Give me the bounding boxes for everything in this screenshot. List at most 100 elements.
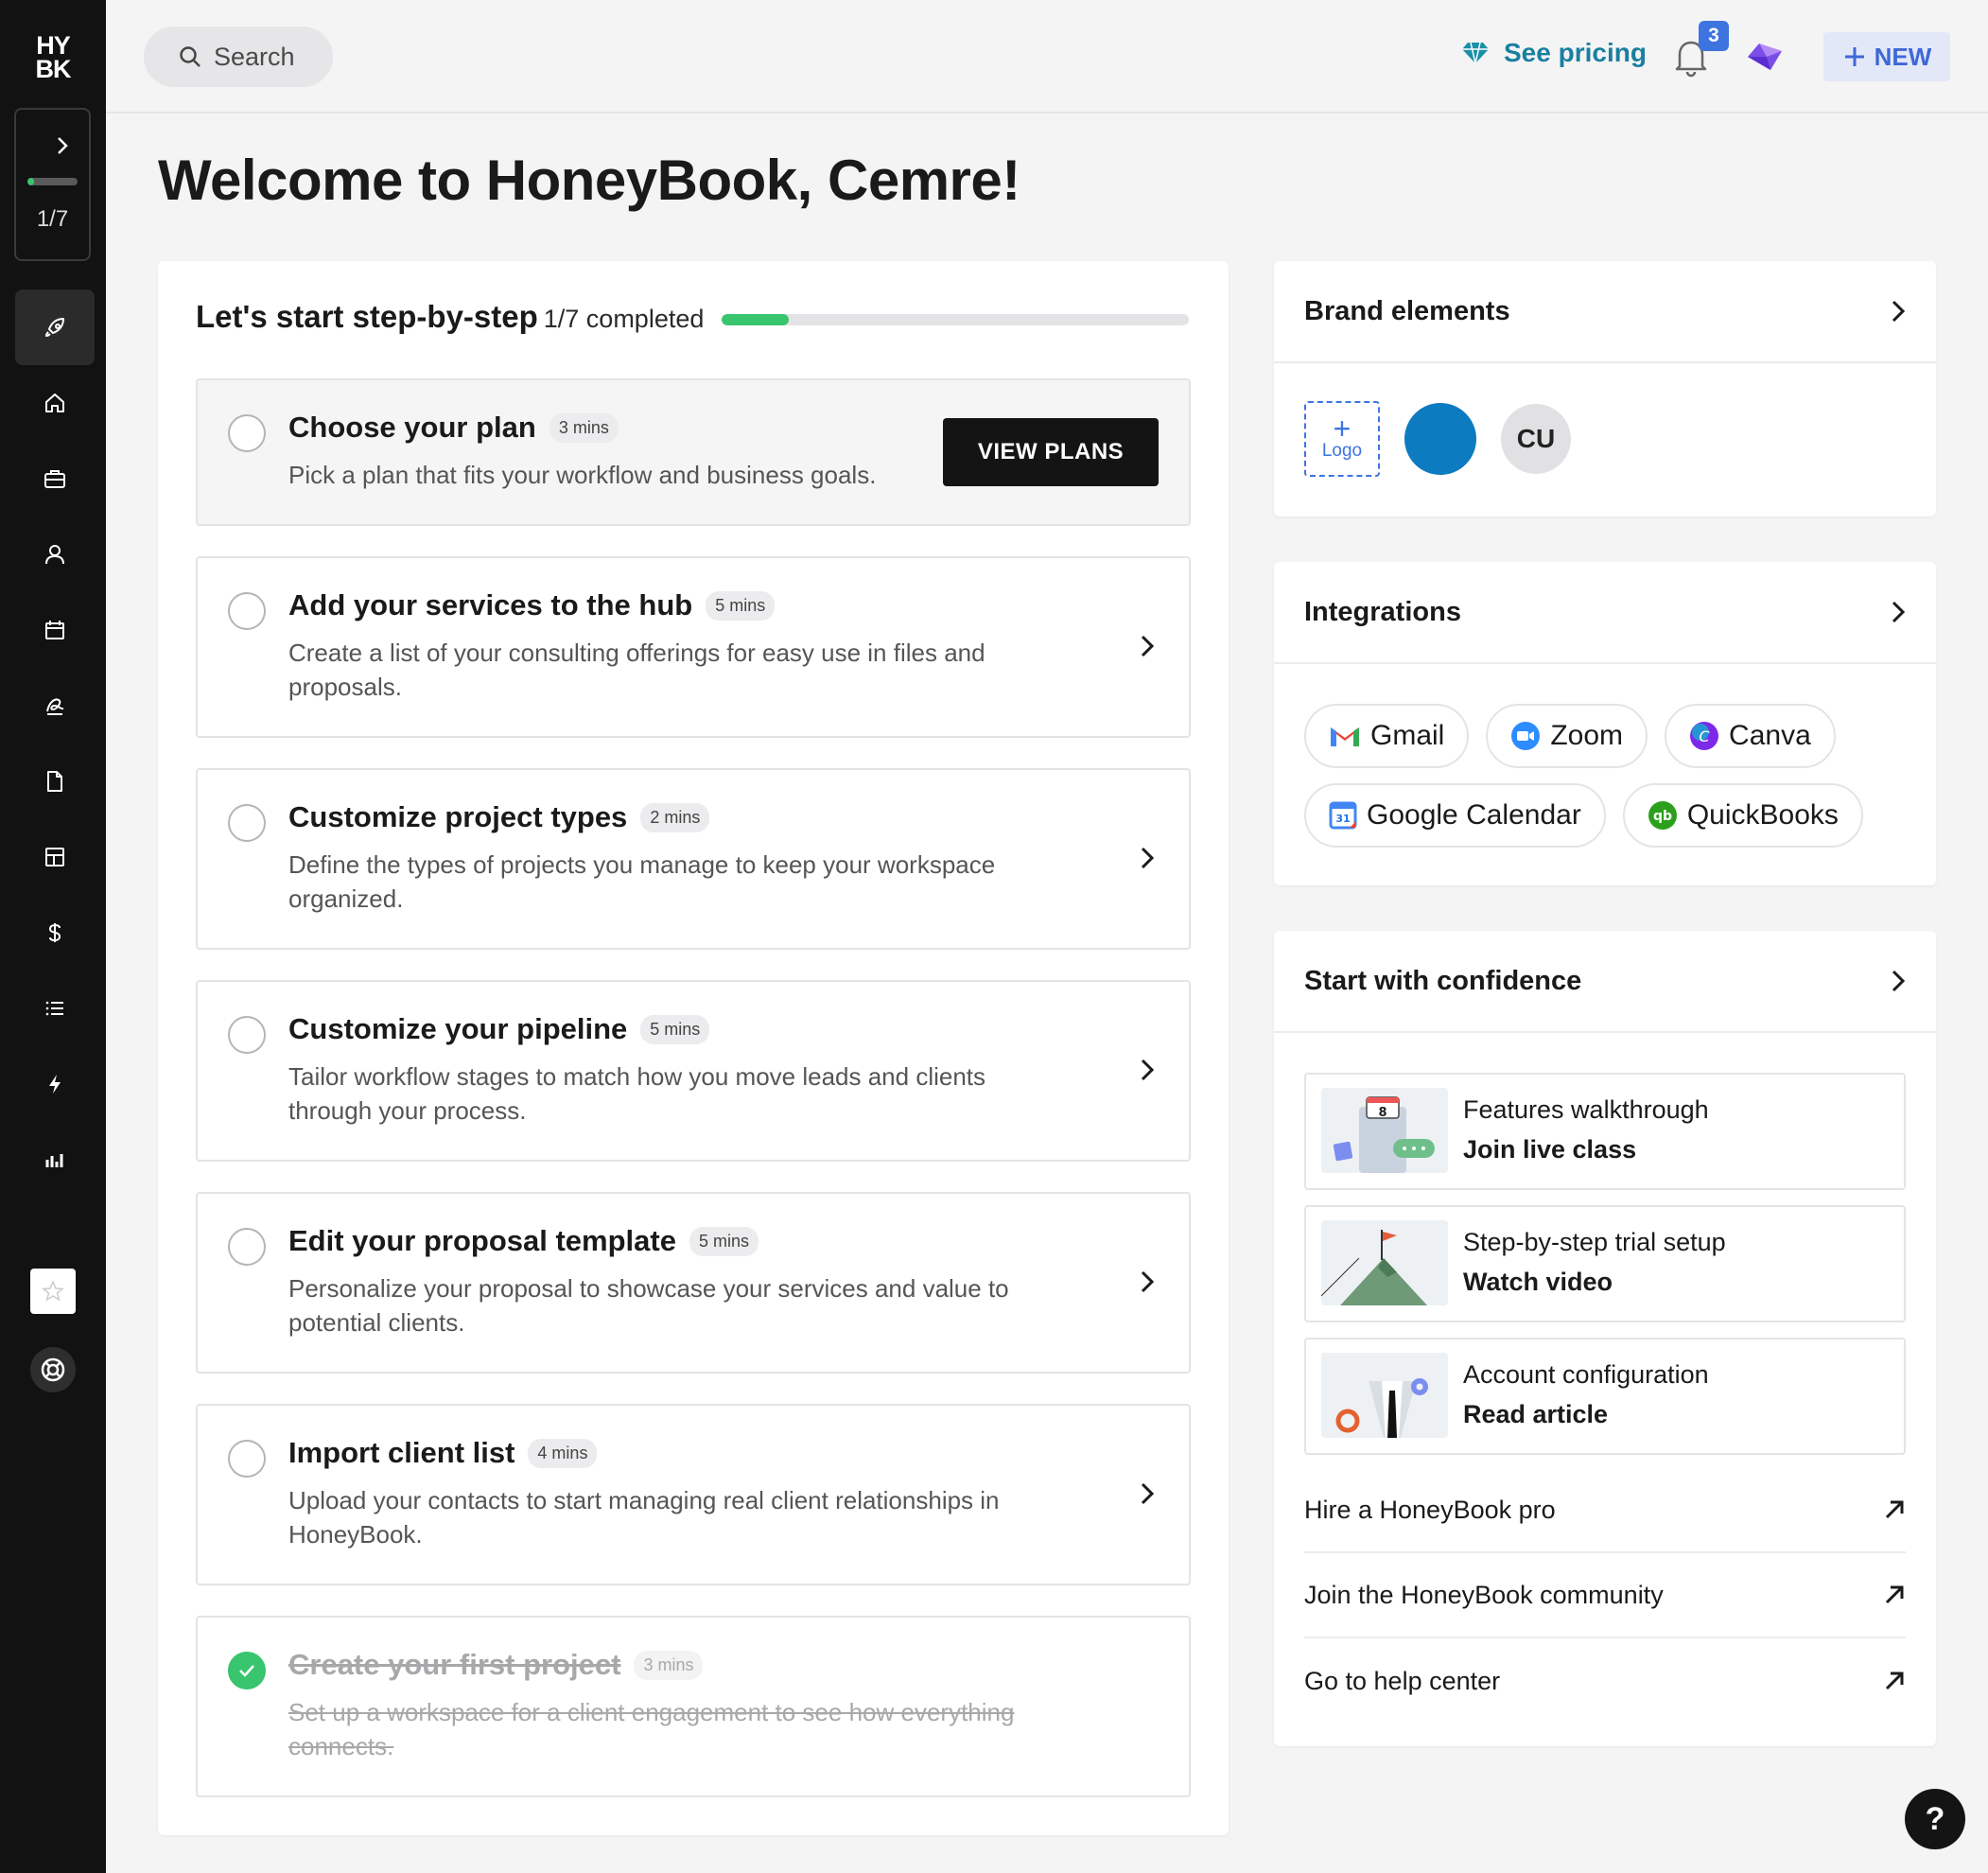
see-pricing-label: See pricing (1504, 38, 1647, 67)
step-proposal-template[interactable]: Edit your proposal template 5 mins Perso… (196, 1192, 1191, 1374)
chevron-right-icon[interactable] (1140, 1058, 1155, 1082)
chevron-right-icon[interactable] (1891, 299, 1906, 324)
step-checkbox[interactable] (228, 804, 266, 842)
nav-home[interactable] (15, 365, 95, 441)
step-checkbox[interactable] (228, 414, 266, 452)
nav-files[interactable] (15, 744, 95, 819)
zoom-icon (1511, 722, 1541, 750)
mountain-flag-illustration (1321, 1220, 1448, 1305)
brand-elements-row: + Logo CU (1304, 401, 1571, 477)
integration-canva[interactable]: C Canva (1665, 704, 1836, 768)
honeybook-logo[interactable]: HY BK (28, 33, 78, 82)
add-logo-button[interactable]: + Logo (1304, 401, 1380, 477)
chevron-right-icon[interactable] (56, 136, 69, 155)
quickbooks-icon: qb (1648, 801, 1677, 830)
svg-text:qb: qb (1653, 809, 1672, 824)
chevron-right-icon[interactable] (1891, 969, 1906, 993)
step-title: Add your services to the hub (288, 588, 693, 621)
brand-elements-header[interactable]: Brand elements (1274, 261, 1936, 363)
lifebuoy-icon (41, 1357, 65, 1382)
nav-finance[interactable] (15, 895, 95, 971)
nav-calendar[interactable] (15, 592, 95, 668)
home-icon (45, 394, 64, 412)
add-logo-label: Logo (1321, 441, 1363, 461)
list-icon (45, 1001, 63, 1016)
external-arrow-icon (1885, 1500, 1904, 1519)
chevron-right-icon[interactable] (1140, 634, 1155, 658)
top-bar: Search See pricing 3 NEW (106, 0, 1988, 114)
calendar-icon (45, 621, 64, 639)
integration-quickbooks[interactable]: qb QuickBooks (1622, 783, 1863, 848)
confidence-header[interactable]: Start with confidence (1274, 931, 1936, 1033)
step-project-types[interactable]: Customize project types 2 mins Define th… (196, 768, 1191, 950)
help-fab-button[interactable]: ? (1905, 1789, 1965, 1849)
chevron-right-icon[interactable] (1891, 600, 1906, 624)
integrations-header[interactable]: Integrations (1274, 562, 1936, 664)
integration-label: Canva (1729, 720, 1811, 751)
star-icon (42, 1280, 64, 1302)
step-description: Upload your contacts to start managing r… (288, 1486, 1000, 1549)
brand-initials-avatar[interactable]: CU (1501, 404, 1571, 474)
onboarding-steps-card: Let's start step-by-step 1/7 completed C… (158, 261, 1229, 1835)
google-calendar-icon: 31 (1329, 801, 1357, 830)
see-pricing-link[interactable]: See pricing (1460, 38, 1647, 68)
step-choose-plan[interactable]: Choose your plan 3 mins Pick a plan that… (196, 378, 1191, 526)
integration-gmail[interactable]: Gmail (1304, 704, 1470, 768)
brand-color-swatch[interactable] (1404, 403, 1476, 475)
onboarding-progress-widget[interactable]: 1/7 (14, 108, 91, 261)
search-input[interactable]: Search (144, 26, 333, 87)
nav-contacts[interactable] (15, 516, 95, 592)
step-heading: Add your services to the hub 5 mins (288, 588, 776, 622)
step-description: Personalize your proposal to showcase yo… (288, 1274, 1009, 1337)
step-description: Set up a workspace for a client engageme… (288, 1698, 1015, 1760)
ai-assistant-icon[interactable] (1744, 38, 1786, 76)
step-checkbox[interactable] (228, 592, 266, 630)
chevron-right-icon[interactable] (1140, 846, 1155, 870)
steps-title: Let's start step-by-step (196, 299, 538, 334)
plus-icon (1844, 47, 1864, 66)
step-time-badge: 2 mins (640, 802, 710, 832)
step-pipeline[interactable]: Customize your pipeline 5 mins Tailor wo… (196, 980, 1191, 1162)
chevron-right-icon[interactable] (1140, 1269, 1155, 1294)
integration-zoom[interactable]: Zoom (1486, 704, 1648, 768)
integration-google-calendar[interactable]: 31 Google Calendar (1304, 783, 1606, 848)
step-first-project[interactable]: Create your first project 3 mins Set up … (196, 1616, 1191, 1797)
step-time-badge: 4 mins (528, 1438, 598, 1468)
file-icon (47, 771, 62, 792)
support-button[interactable] (30, 1347, 76, 1392)
step-checkbox-checked[interactable] (228, 1652, 266, 1689)
nav-automations[interactable] (15, 1046, 95, 1122)
svg-text:C: C (1699, 727, 1710, 745)
step-title: Create your first project (288, 1648, 621, 1681)
favorites-button[interactable] (30, 1269, 76, 1314)
community-link[interactable]: Join the HoneyBook community (1304, 1553, 1906, 1638)
brand-elements-card: Brand elements + Logo CU (1274, 261, 1936, 516)
person-icon (45, 545, 64, 565)
resource-features-walkthrough[interactable]: 8 Features walkthrough Join live class (1304, 1073, 1906, 1190)
step-checkbox[interactable] (228, 1440, 266, 1478)
new-button[interactable]: NEW (1823, 32, 1950, 81)
step-checkbox[interactable] (228, 1228, 266, 1266)
step-time-badge: 5 mins (706, 590, 776, 621)
nav-signatures[interactable] (15, 668, 95, 744)
help-center-link[interactable]: Go to help center (1304, 1638, 1906, 1724)
resource-account-configuration[interactable]: Account configuration Read article (1304, 1338, 1906, 1455)
nav-reports[interactable] (15, 1122, 95, 1198)
integration-label: QuickBooks (1686, 799, 1839, 831)
nav-projects[interactable] (15, 441, 95, 516)
integrations-card: Integrations Gmail Zoom C Canva 31 Googl… (1274, 562, 1936, 885)
view-plans-button[interactable]: VIEW PLANS (943, 418, 1159, 486)
step-checkbox[interactable] (228, 1016, 266, 1054)
nav-templates[interactable] (15, 819, 95, 895)
step-add-services[interactable]: Add your services to the hub 5 mins Crea… (196, 556, 1191, 738)
nav-tasks[interactable] (15, 971, 95, 1046)
new-button-label: NEW (1874, 42, 1932, 71)
nav-getting-started[interactable] (15, 289, 95, 365)
hire-pro-link[interactable]: Hire a HoneyBook pro (1304, 1468, 1906, 1553)
step-import-clients[interactable]: Import client list 4 mins Upload your co… (196, 1404, 1191, 1585)
chevron-right-icon[interactable] (1140, 1481, 1155, 1506)
svg-text:8: 8 (1378, 1106, 1386, 1120)
resource-trial-setup[interactable]: Step-by-step trial setup Watch video (1304, 1205, 1906, 1322)
onboarding-mini-progress-fill (27, 178, 35, 185)
sidebar: HY BK 1/7 (0, 0, 106, 1873)
